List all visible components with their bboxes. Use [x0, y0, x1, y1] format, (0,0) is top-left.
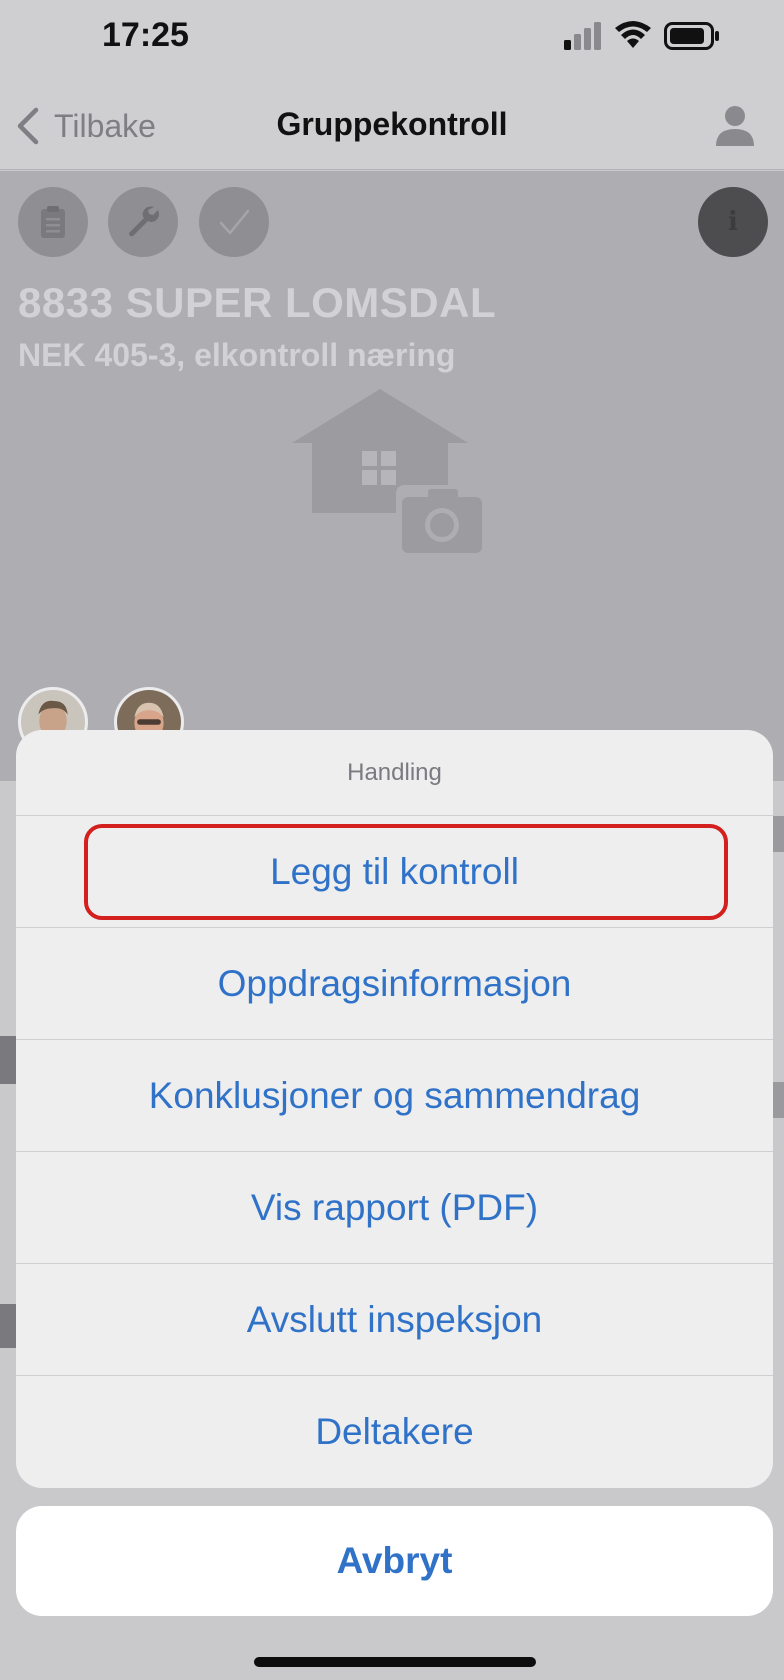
- site-name: 8833 SUPER LOMSDAL: [18, 279, 497, 326]
- background-fragment: [773, 816, 784, 852]
- background-fragment: [0, 1036, 16, 1084]
- battery-icon: [664, 22, 719, 50]
- background-fragment: [0, 1304, 16, 1348]
- user-profile-icon[interactable]: [712, 102, 758, 148]
- participants-button[interactable]: Deltakere: [16, 1376, 773, 1488]
- checkmark-icon: [219, 209, 250, 235]
- cellular-signal-icon: [564, 22, 601, 50]
- action-sheet-title: Handling: [16, 730, 773, 816]
- info-button[interactable]: i: [698, 187, 768, 257]
- inspection-header: i 8833 SUPER LOMSDAL NEK 405-3, elkontro…: [0, 171, 784, 781]
- view-report-pdf-button[interactable]: Vis rapport (PDF): [16, 1152, 773, 1264]
- conclusions-summary-button[interactable]: Konklusjoner og sammendrag: [16, 1040, 773, 1152]
- approve-button[interactable]: [199, 187, 269, 257]
- action-sheet: Handling Legg til kontroll Oppdragsinfor…: [16, 730, 773, 1488]
- clipboard-button[interactable]: [18, 187, 88, 257]
- wifi-icon: [615, 21, 651, 48]
- add-control-button[interactable]: Legg til kontroll: [16, 816, 773, 928]
- house-camera-icon[interactable]: [292, 389, 498, 565]
- status-bar: 17:25: [0, 0, 784, 80]
- background-fragment: [773, 1082, 784, 1118]
- add-control-label: Legg til kontroll: [270, 850, 519, 892]
- assignment-info-button[interactable]: Oppdragsinformasjon: [16, 928, 773, 1040]
- home-indicator[interactable]: [254, 1657, 536, 1667]
- status-time: 17:25: [102, 16, 189, 54]
- page-title: Gruppekontroll: [276, 106, 508, 142]
- clipboard-icon: [41, 206, 65, 238]
- end-inspection-button[interactable]: Avslutt inspeksjon: [16, 1264, 773, 1376]
- wrench-icon: [129, 206, 159, 237]
- cancel-button[interactable]: Avbryt: [16, 1506, 773, 1616]
- site-subtitle: NEK 405-3, elkontroll næring: [18, 337, 456, 373]
- wrench-button[interactable]: [108, 187, 178, 257]
- nav-bar: Tilbake Gruppekontroll: [0, 80, 784, 170]
